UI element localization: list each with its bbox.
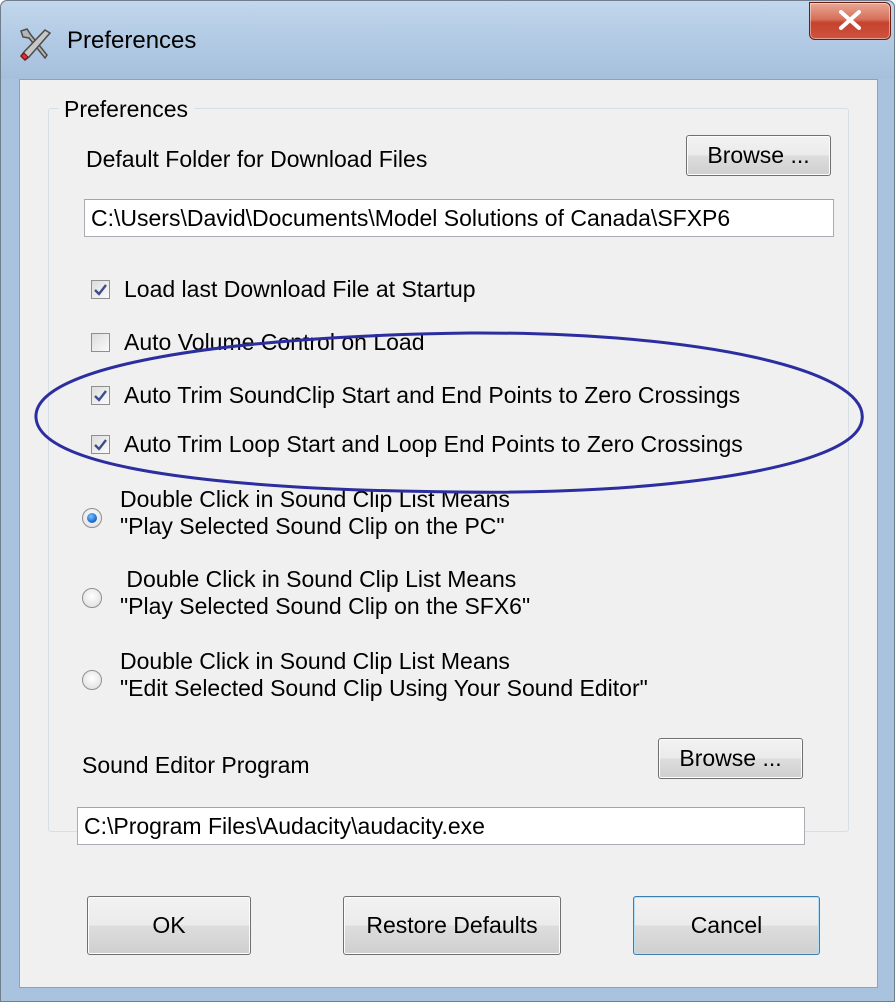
auto-trim-clip-checkbox[interactable]: [91, 386, 110, 405]
auto-volume-checkbox[interactable]: [91, 333, 110, 352]
radio-selected-dot: [87, 513, 97, 523]
sound-editor-browse-button[interactable]: Browse ...: [658, 738, 803, 779]
checkmark-icon: [94, 439, 107, 451]
window-title: Preferences: [67, 27, 197, 54]
radio-edit-clip-line1: Double Click in Sound Clip List Means: [120, 648, 510, 674]
auto-trim-loop-checkbox[interactable]: [91, 435, 110, 454]
tools-icon: [20, 28, 52, 61]
radio-play-pc-line1: Double Click in Sound Clip List Means: [120, 486, 510, 512]
radio-play-pc[interactable]: [82, 508, 102, 528]
radio-play-pc-line2: "Play Selected Sound Clip on the PC": [120, 513, 505, 539]
sound-editor-label: Sound Editor Program: [82, 752, 310, 778]
close-button[interactable]: [809, 2, 891, 40]
restore-defaults-button[interactable]: Restore Defaults: [343, 896, 561, 955]
groupbox-legend: Preferences: [58, 96, 195, 123]
checkmark-icon: [94, 284, 107, 296]
download-folder-label: Default Folder for Download Files: [86, 146, 428, 172]
ok-button[interactable]: OK: [87, 896, 251, 955]
download-browse-button[interactable]: Browse ...: [686, 135, 831, 176]
radio-play-sfx6-line2: "Play Selected Sound Clip on the SFX6": [120, 593, 531, 619]
sound-editor-input[interactable]: C:\Program Files\Audacity\audacity.exe: [77, 807, 805, 845]
auto-trim-clip-label: Auto Trim SoundClip Start and End Points…: [124, 382, 741, 408]
preferences-window: Preferences Preferences Default Folder f…: [0, 0, 895, 1002]
radio-play-sfx6[interactable]: [82, 588, 102, 608]
load-last-checkbox[interactable]: [91, 280, 110, 299]
close-icon: [839, 10, 861, 30]
auto-volume-label: Auto Volume Control on Load: [124, 329, 425, 355]
radio-edit-clip-line2: "Edit Selected Sound Clip Using Your Sou…: [120, 675, 648, 701]
auto-trim-loop-label: Auto Trim Loop Start and Loop End Points…: [124, 431, 743, 457]
radio-play-sfx6-line1: Double Click in Sound Clip List Means: [120, 566, 517, 592]
download-folder-input[interactable]: C:\Users\David\Documents\Model Solutions…: [84, 199, 834, 237]
checkmark-icon: [94, 390, 107, 402]
dialog-client-area: Preferences Default Folder for Download …: [19, 79, 878, 988]
cancel-button[interactable]: Cancel: [633, 896, 820, 955]
radio-edit-clip[interactable]: [82, 670, 102, 690]
load-last-label: Load last Download File at Startup: [124, 276, 476, 302]
title-bar[interactable]: Preferences: [1, 1, 894, 79]
